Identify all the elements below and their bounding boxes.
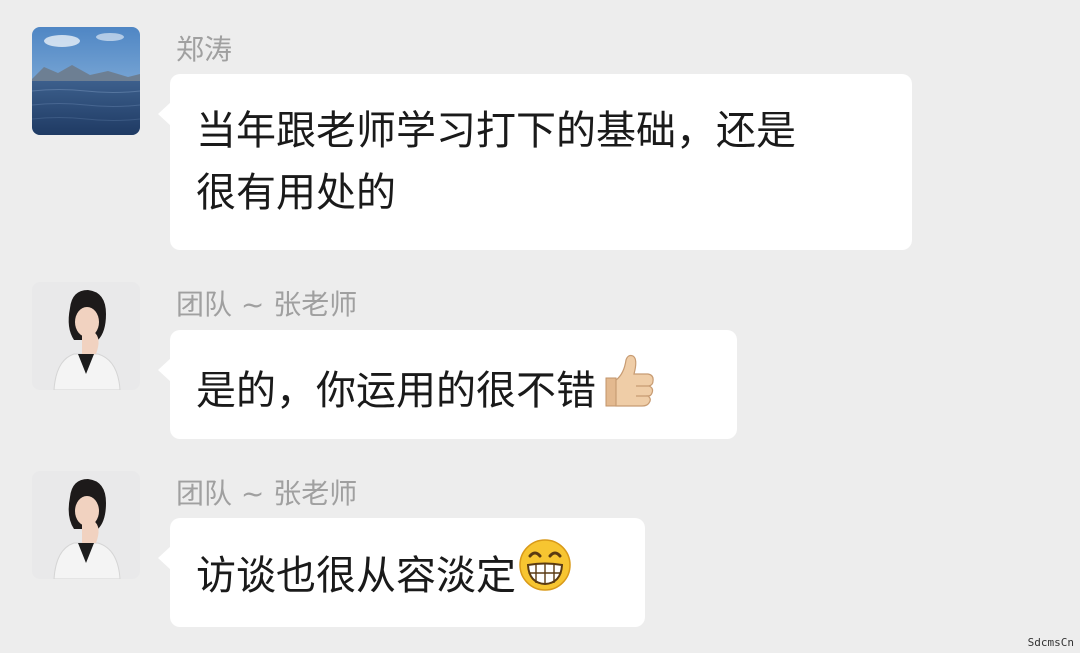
thumbs-up-icon [598,350,658,428]
message-text-line: 很有用处的 [196,170,396,216]
sender-name: 郑涛 [176,33,233,66]
watermark: SdcmsCn [1027,636,1074,649]
sender-name: 团队 ~ 张老师 [176,288,358,321]
message-bubble[interactable]: 访谈也很从容淡定 [158,518,645,627]
grinning-face-icon [518,538,572,610]
message-text: 访谈也很从容淡定 [196,553,516,599]
message-text-line: 当年跟老师学习打下的基础，还是 [196,108,796,154]
message-bubble[interactable]: 是的，你运用的很不错 [158,330,737,439]
teacher-portrait-avatar[interactable] [32,282,140,390]
message-text: 是的，你运用的很不错 [196,368,596,414]
teacher-portrait-avatar[interactable] [32,471,140,579]
sender-name: 团队 ~ 张老师 [176,477,358,510]
lake-landscape-avatar[interactable] [32,27,140,135]
message-bubble[interactable]: 当年跟老师学习打下的基础，还是 很有用处的 [158,74,912,250]
